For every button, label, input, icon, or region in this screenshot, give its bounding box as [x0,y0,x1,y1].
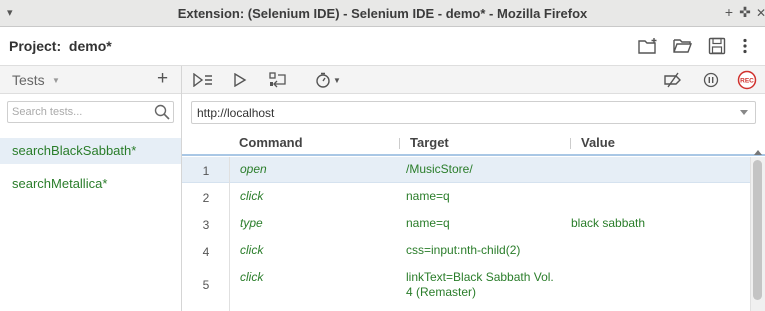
stopwatch-icon [316,72,330,88]
row-number-divider [229,157,230,311]
pause-icon [703,72,719,88]
speed-dropdown-caret-icon: ▼ [333,75,341,85]
record-label: REC [740,78,754,85]
row-value[interactable]: black sabbath [571,216,645,230]
maximize-button[interactable]: ✜ [737,4,753,21]
table-row[interactable]: 1 open /MusicStore/ [182,157,750,183]
row-command[interactable]: click [240,270,263,284]
table-row[interactable]: 3 type name=q black sabbath [182,211,750,237]
breakpoint-disabled-icon [664,72,681,88]
row-target[interactable]: linkText=Black Sabbath Vol. 4 (Remaster) [406,270,556,300]
new-folder-icon [638,38,657,54]
command-column-header: Command [239,135,303,150]
run-all-tests-button[interactable] [193,70,213,90]
minimize-button[interactable]: + [721,4,737,20]
row-command[interactable]: open [240,162,267,176]
project-label: Project: [9,38,62,54]
test-item-searchblacksabbath[interactable]: searchBlackSabbath* [0,138,181,164]
row-target[interactable]: css=input:nth-child(2) [406,243,556,258]
row-target[interactable]: name=q [406,216,556,231]
record-button[interactable]: REC [736,70,758,90]
step-over-icon [269,72,286,88]
table-row[interactable]: 5 click linkText=Black Sabbath Vol. 4 (R… [182,265,750,311]
row-number: 3 [202,218,210,232]
run-test-button[interactable] [232,70,248,90]
open-project-button[interactable] [672,35,694,57]
tests-sidebar: Tests ▼ + searchBlackSabbath* searchMeta… [0,66,182,311]
commands-table: 1 open /MusicStore/ 2 click name=q 3 typ… [182,157,750,311]
row-number: 4 [202,245,210,259]
table-scrollbar-thumb[interactable] [753,160,762,300]
tests-header: Tests ▼ + [0,66,181,94]
add-test-button[interactable]: + [157,69,168,89]
window-titlebar: ▾ Extension: (Selenium IDE) - Selenium I… [0,0,765,27]
save-project-button[interactable] [706,35,728,57]
play-icon [234,73,247,87]
project-name[interactable]: demo* [69,38,112,54]
commands-table-header: Command Target Value [182,130,765,156]
pause-on-exceptions-button[interactable] [702,70,720,90]
record-icon: REC [737,70,757,90]
save-icon [708,37,726,55]
row-target[interactable]: name=q [406,189,556,204]
test-item-searchmetallica[interactable]: searchMetallica* [0,171,181,197]
table-row[interactable]: 2 click name=q [182,184,750,210]
project-title: Project: demo* [9,38,112,54]
row-command[interactable]: click [240,189,263,203]
row-number: 2 [202,191,210,205]
url-dropdown-chevron-icon[interactable] [740,110,748,115]
base-url-value[interactable]: http://localhost [197,106,274,120]
test-speed-button[interactable]: ▼ [313,70,343,90]
search-icon [154,104,170,120]
test-toolbar: ▼ REC [182,66,765,94]
tests-dropdown-label[interactable]: Tests [12,72,45,88]
project-header: Project: demo* [0,27,765,66]
run-all-icon [193,73,212,87]
window-title: Extension: (Selenium IDE) - Selenium IDE… [177,6,588,21]
step-over-button[interactable] [268,70,290,90]
close-button[interactable]: ✕ [753,6,765,20]
row-number: 5 [202,278,210,292]
kebab-menu-icon [743,38,747,54]
open-folder-icon [673,39,693,53]
scroll-up-arrow-icon[interactable] [754,150,762,155]
row-command[interactable]: click [240,243,263,257]
disable-breakpoints-button[interactable] [662,70,684,90]
search-tests-field[interactable] [7,101,174,123]
row-command[interactable]: type [240,216,263,230]
table-row[interactable]: 4 click css=input:nth-child(2) [182,238,750,264]
value-column-header: Value [581,135,615,150]
new-project-button[interactable] [637,35,659,57]
row-number: 1 [202,164,210,178]
column-divider[interactable] [570,138,571,149]
row-target[interactable]: /MusicStore/ [406,162,556,177]
base-url-field[interactable]: http://localhost [191,101,756,124]
column-divider[interactable] [399,138,400,149]
search-tests-input[interactable] [12,104,152,120]
target-column-header: Target [410,135,449,150]
more-options-button[interactable] [734,35,756,57]
chevron-down-icon[interactable]: ▼ [52,76,60,85]
